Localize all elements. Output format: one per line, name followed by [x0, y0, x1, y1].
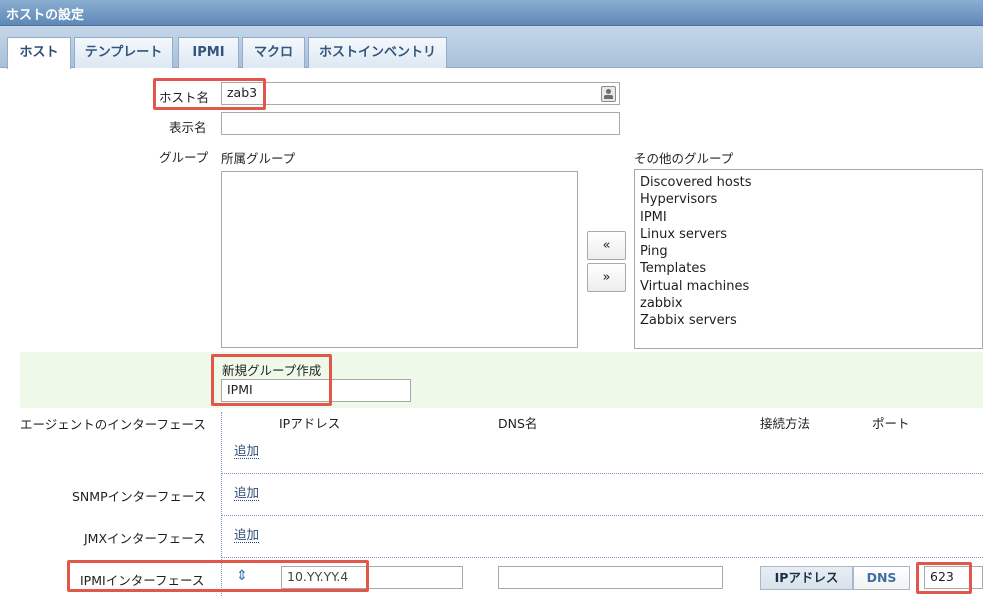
- move-left-button[interactable]: «: [587, 231, 626, 260]
- ipmi-dns-field[interactable]: [498, 566, 723, 589]
- list-item[interactable]: Discovered hosts: [635, 174, 982, 191]
- interface-divider: [221, 473, 983, 474]
- add-snmp-interface-link[interactable]: 追加: [234, 486, 260, 501]
- other-groups-label: その他のグループ: [634, 151, 734, 166]
- connect-ip-button[interactable]: IPアドレス: [760, 566, 853, 590]
- drag-handle-icon[interactable]: ⇕: [235, 568, 249, 585]
- ipmi-port-field[interactable]: 623: [924, 566, 983, 589]
- interface-divider-vertical: [221, 412, 222, 596]
- list-item[interactable]: Virtual machines: [635, 278, 982, 295]
- tab-macro[interactable]: マクロ: [242, 37, 305, 68]
- list-item[interactable]: zabbix: [635, 295, 982, 312]
- list-item[interactable]: Ping: [635, 243, 982, 260]
- snmp-interface-label: SNMPインターフェース: [72, 489, 207, 504]
- list-item[interactable]: IPMI: [635, 209, 982, 226]
- list-item[interactable]: Linux servers: [635, 226, 982, 243]
- add-agent-interface-link[interactable]: 追加: [234, 444, 260, 459]
- move-right-button[interactable]: »: [587, 263, 626, 292]
- display-name-label: 表示名: [169, 120, 207, 135]
- connect-dns-button[interactable]: DNS: [853, 566, 910, 590]
- column-header-port: ポート: [872, 416, 910, 431]
- groups-label: グループ: [159, 150, 209, 165]
- new-group-label: 新規グループ作成: [222, 363, 322, 378]
- column-header-connect: 接続方法: [760, 416, 811, 431]
- window-titlebar: ホストの設定: [0, 0, 983, 26]
- tab-strip: ホスト テンプレート IPMI マクロ ホストインベントリ: [0, 26, 983, 69]
- list-item[interactable]: Hypervisors: [635, 191, 982, 208]
- tab-template[interactable]: テンプレート: [74, 37, 173, 68]
- new-group-value: IPMI: [227, 382, 253, 397]
- hostname-value: zab3: [227, 85, 258, 100]
- jmx-interface-label: JMXインターフェース: [84, 531, 206, 546]
- agent-interface-label: エージェントのインターフェース: [20, 417, 206, 432]
- ipmi-port-value: 623: [930, 569, 954, 584]
- list-item[interactable]: Templates: [635, 260, 982, 277]
- column-header-dns: DNS名: [498, 416, 538, 431]
- display-name-field[interactable]: [221, 112, 620, 135]
- member-groups-label: 所属グループ: [221, 151, 296, 166]
- add-jmx-interface-link[interactable]: 追加: [234, 528, 260, 543]
- column-header-ip: IPアドレス: [279, 416, 341, 431]
- window-title: ホストの設定: [6, 8, 85, 23]
- other-groups-list[interactable]: Discovered hosts Hypervisors IPMI Linux …: [634, 169, 983, 349]
- new-group-field[interactable]: IPMI: [221, 379, 411, 402]
- hostname-label: ホスト名: [159, 90, 210, 105]
- address-book-icon[interactable]: [601, 86, 616, 102]
- list-item[interactable]: Zabbix servers: [635, 312, 982, 329]
- ipmi-ip-field[interactable]: 10.YY.YY.4: [281, 566, 463, 589]
- tab-host[interactable]: ホスト: [7, 37, 71, 69]
- ipmi-ip-value: 10.YY.YY.4: [287, 569, 349, 584]
- new-group-row: [20, 352, 983, 408]
- member-groups-list[interactable]: [221, 171, 578, 348]
- tab-ipmi[interactable]: IPMI: [178, 37, 239, 68]
- interface-divider: [221, 515, 983, 516]
- ipmi-interface-label: IPMIインターフェース: [80, 573, 205, 588]
- tab-host-inventory[interactable]: ホストインベントリ: [308, 37, 447, 68]
- interface-divider: [221, 557, 983, 558]
- hostname-field[interactable]: zab3: [221, 82, 620, 105]
